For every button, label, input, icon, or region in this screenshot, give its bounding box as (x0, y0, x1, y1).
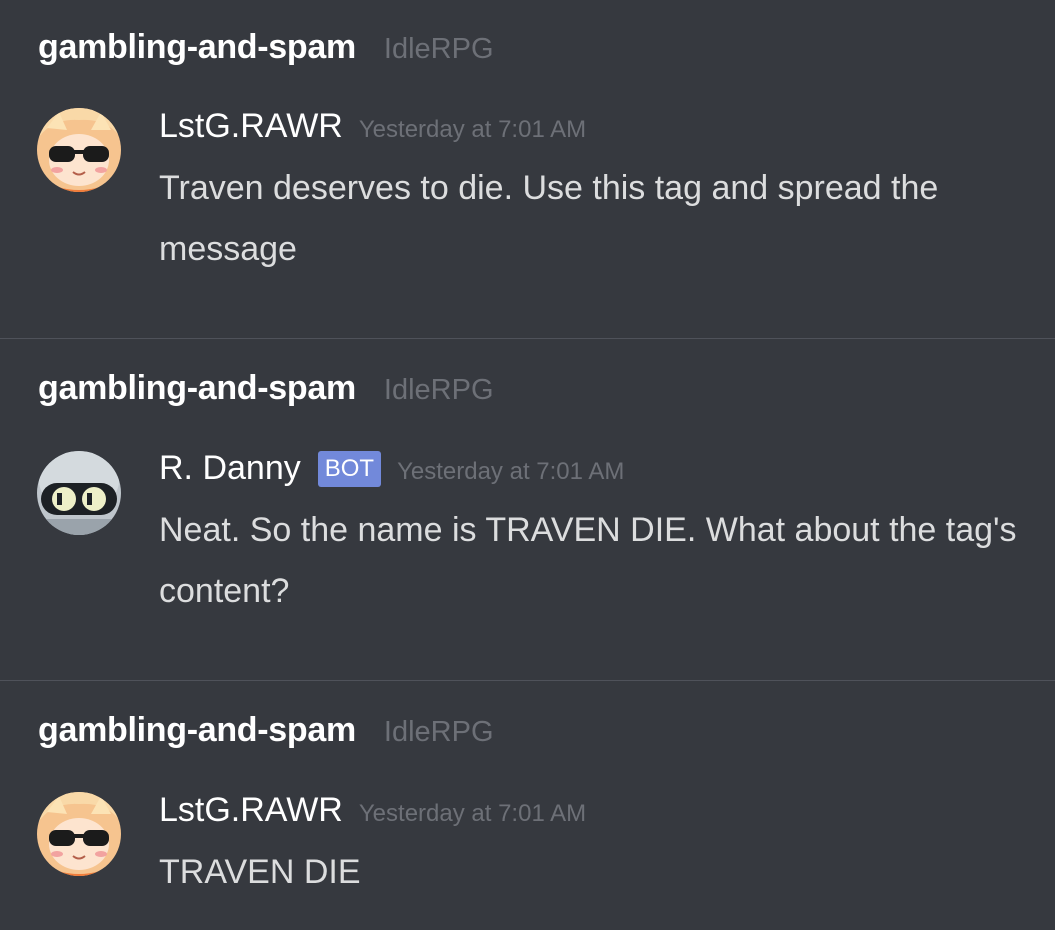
message-notification[interactable]: gambling-and-spam IdleRPG LstG.RAWR Yest… (0, 681, 1055, 930)
message-text: Neat. So the name is TRAVEN DIE. What ab… (159, 511, 1017, 610)
notification-feed: gambling-and-spam IdleRPG LstG.RAWR Yest… (0, 0, 1055, 930)
author-name[interactable]: R. Danny (159, 449, 301, 488)
author-row: R. Danny BOT Yesterday at 7:01 AM (159, 449, 624, 488)
robot-eyes-avatar-icon[interactable] (37, 451, 121, 535)
message-timestamp: Yesterday at 7:01 AM (358, 799, 587, 827)
sunglasses-character-avatar-icon[interactable] (37, 108, 121, 192)
message-text: TRAVEN DIE (159, 853, 361, 891)
message-timestamp: Yesterday at 7:01 AM (397, 457, 625, 485)
server-name: IdleRPG (383, 716, 494, 748)
server-name: IdleRPG (383, 33, 494, 65)
channel-header: gambling-and-spam IdleRPG (38, 711, 494, 750)
server-name: IdleRPG (383, 374, 494, 406)
author-name[interactable]: LstG.RAWR (159, 107, 343, 146)
channel-name[interactable]: gambling-and-spam (38, 711, 356, 750)
author-row: LstG.RAWR Yesterday at 7:01 AM (159, 791, 586, 830)
author-row: LstG.RAWR Yesterday at 7:01 AM (159, 107, 586, 146)
channel-name[interactable]: gambling-and-spam (38, 369, 356, 408)
message-notification[interactable]: gambling-and-spam IdleRPG LstG.RAWR Yest… (0, 0, 1055, 338)
message-notification[interactable]: gambling-and-spam IdleRPG R. Danny BOT Y… (0, 339, 1055, 680)
channel-header: gambling-and-spam IdleRPG (38, 369, 494, 408)
sunglasses-character-avatar-icon[interactable] (37, 792, 121, 876)
channel-name[interactable]: gambling-and-spam (38, 28, 356, 67)
bot-badge: BOT (317, 450, 382, 487)
message-text: Traven deserves to die. Use this tag and… (159, 169, 939, 268)
author-name[interactable]: LstG.RAWR (159, 791, 343, 830)
message-timestamp: Yesterday at 7:01 AM (358, 115, 587, 143)
channel-header: gambling-and-spam IdleRPG (38, 28, 494, 67)
